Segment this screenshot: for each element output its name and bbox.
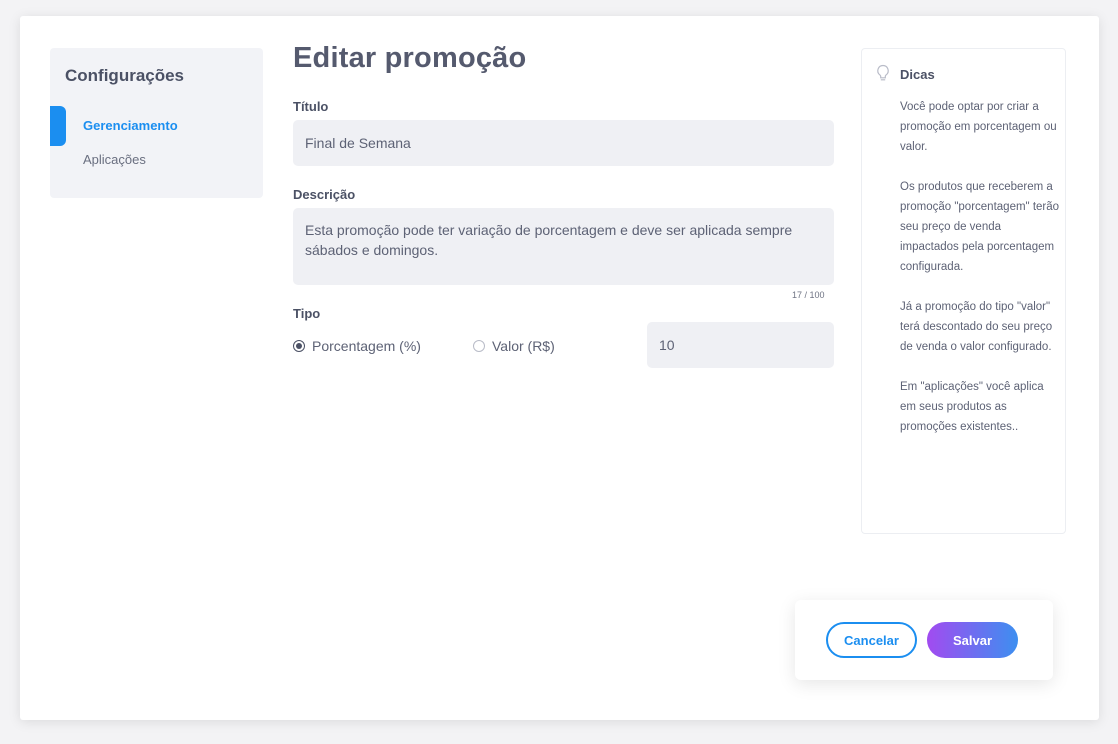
sidebar-item-aplicacoes[interactable]: Aplicações	[83, 152, 146, 167]
tips-title: Dicas	[900, 67, 935, 82]
tips-panel: Dicas Você pode optar por criar a promoç…	[861, 48, 1066, 534]
char-counter: 17 / 100	[792, 290, 825, 300]
tipo-value-input[interactable]	[647, 322, 834, 368]
radio-checked-icon	[293, 340, 305, 352]
sidebar-title: Configurações	[65, 66, 185, 85]
radio-valor[interactable]: Valor (R$)	[473, 338, 555, 354]
active-nav-indicator	[50, 106, 66, 146]
radio-valor-label: Valor (R$)	[492, 338, 555, 354]
tip-paragraph: Já a promoção do tipo "valor" terá desco…	[900, 301, 1053, 353]
sidebar-item-gerenciamento[interactable]: Gerenciamento	[83, 118, 178, 133]
cancel-button[interactable]: Cancelar	[826, 622, 917, 658]
page-title: Editar promoção	[293, 42, 527, 74]
action-bar: Cancelar Salvar	[795, 600, 1053, 680]
tip-paragraph: Os produtos que receberem a promoção "po…	[900, 181, 1060, 273]
radio-unchecked-icon	[473, 340, 485, 352]
descricao-label: Descrição	[293, 187, 356, 202]
sidebar: Configurações Gerenciamento Aplicações	[50, 48, 263, 198]
tip-paragraph: Em "aplicações" você aplica em seus prod…	[900, 381, 1044, 433]
tipo-label: Tipo	[293, 306, 321, 321]
descricao-textarea[interactable]: Esta promoção pode ter variação de porce…	[293, 208, 834, 285]
titulo-label: Título	[293, 99, 329, 114]
radio-porcentagem[interactable]: Porcentagem (%)	[293, 338, 421, 354]
radio-porcentagem-label: Porcentagem (%)	[312, 338, 421, 354]
tips-text: Você pode optar por criar a promoção em …	[900, 97, 1060, 457]
settings-window: Configurações Gerenciamento Aplicações E…	[20, 16, 1099, 720]
titulo-input[interactable]	[293, 120, 834, 166]
save-button[interactable]: Salvar	[927, 622, 1018, 658]
tip-paragraph: Você pode optar por criar a promoção em …	[900, 101, 1057, 153]
lightbulb-icon	[875, 64, 891, 87]
